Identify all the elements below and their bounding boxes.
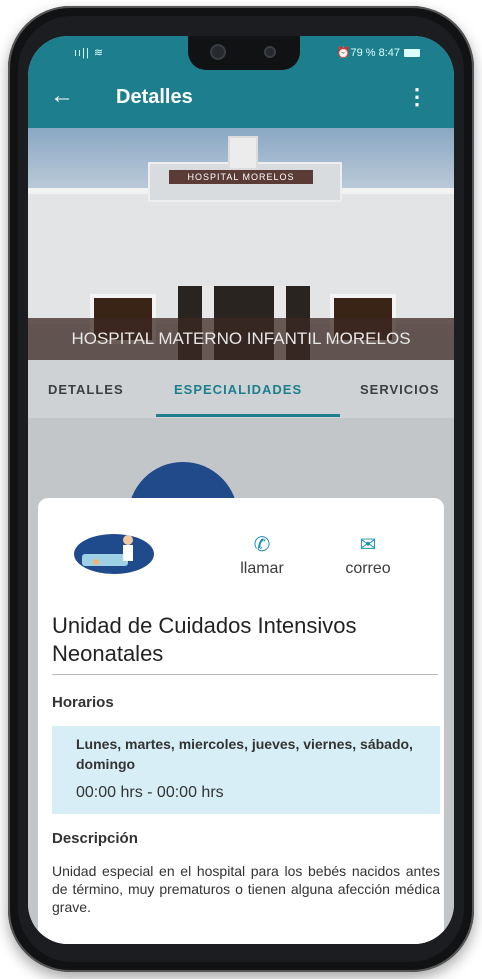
camera-notch [188, 36, 300, 70]
tab-detalles[interactable]: DETALLES [48, 382, 124, 397]
signal-wifi-indicator: ıı|| ≋ [74, 47, 105, 59]
more-vert-icon[interactable]: ⋮ [406, 84, 428, 110]
email-button[interactable]: ✉ correo [338, 534, 398, 578]
schedule-box: Lunes, martes, miercoles, jueves, vierne… [52, 726, 440, 814]
hospital-photo: HOSPITAL MORELOS HOSPITAL MATERNO INFANT… [28, 128, 454, 360]
sensor [264, 46, 276, 58]
tab-especialidades[interactable]: ESPECIALIDADES [174, 382, 302, 397]
tab-servicios[interactable]: SERVICIOS [360, 382, 440, 397]
page-title: Detalles [116, 86, 193, 108]
app-bar: ← Detalles ⋮ [28, 70, 454, 128]
specialty-description: Unidad especial en el hospital para los … [52, 863, 440, 915]
specialty-title: Unidad de Cuidados Intensivos Neonatales [52, 613, 357, 666]
email-label: correo [345, 560, 391, 577]
building-tower [228, 136, 258, 170]
horarios-heading: Horarios [52, 694, 114, 711]
phone-icon: ✆ [253, 534, 271, 556]
app-screen: ıı|| ≋ ⏰79 % 8:47 ← Detalles ⋮ HOSPITAL … [28, 36, 454, 944]
schedule-time: 00:00 hrs - 00:00 hrs [76, 784, 224, 801]
schedule-days: Lunes, martes, miercoles, jueves, vierne… [76, 736, 413, 772]
active-tab-indicator [156, 414, 340, 417]
mail-icon: ✉ [359, 534, 377, 556]
call-button[interactable]: ✆ llamar [234, 534, 290, 578]
building-facade [28, 188, 454, 360]
battery-icon [404, 48, 420, 57]
hospital-name-caption: HOSPITAL MATERNO INFANTIL MORELOS [28, 318, 454, 360]
status-right-text: ⏰79 % 8:47 [336, 47, 400, 59]
descripcion-heading: Descripción [52, 830, 138, 847]
neonatal-illustration [74, 534, 154, 574]
call-label: llamar [240, 560, 284, 577]
building-sign: HOSPITAL MORELOS [169, 170, 313, 184]
tab-bar: DETALLES ESPECIALIDADES SERVICIOS [28, 360, 454, 418]
status-right-group: ⏰79 % 8:47 [337, 46, 420, 59]
specialty-detail-sheet: ✆ llamar ✉ correo Unidad de Cuidados Int… [38, 498, 444, 944]
front-camera [210, 44, 226, 60]
title-divider [52, 674, 438, 675]
arrow-back-icon[interactable]: ← [50, 84, 74, 108]
